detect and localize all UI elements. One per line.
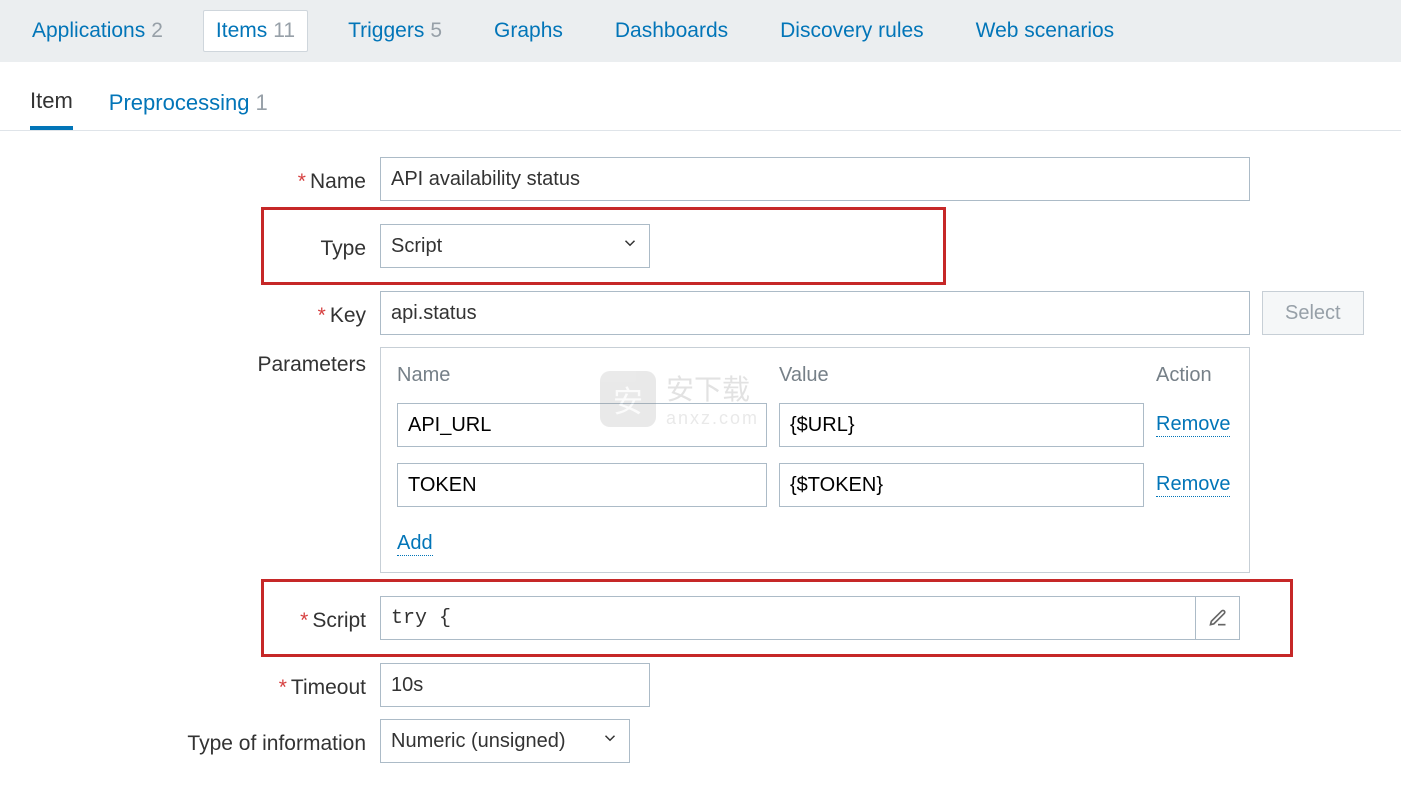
param-row: Remove xyxy=(397,455,1233,515)
sub-tabs: Item Preprocessing 1 xyxy=(0,72,1401,131)
type-label: Type xyxy=(320,237,366,260)
type-select[interactable]: Script xyxy=(380,224,650,268)
add-link[interactable]: Add xyxy=(397,532,433,556)
param-header-name: Name xyxy=(397,364,767,387)
tab-graphs[interactable]: Graphs xyxy=(482,11,575,51)
tab-count: 2 xyxy=(151,19,163,43)
type-highlight: Type Script xyxy=(261,207,946,285)
script-input[interactable]: try { xyxy=(380,596,1240,640)
required-asterisk: * xyxy=(300,609,312,632)
parameters-label: Parameters xyxy=(257,353,366,376)
typeinfo-label: Type of information xyxy=(187,732,366,755)
tab-discovery-rules[interactable]: Discovery rules xyxy=(768,11,936,51)
tab-label: Items xyxy=(216,19,267,43)
subtab-item[interactable]: Item xyxy=(30,88,73,130)
param-header-action: Action xyxy=(1156,364,1233,387)
tab-label: Discovery rules xyxy=(780,19,924,43)
param-name-input[interactable] xyxy=(397,403,767,447)
script-label: Script xyxy=(312,609,366,632)
required-asterisk: * xyxy=(298,170,310,193)
remove-link[interactable]: Remove xyxy=(1156,473,1230,497)
tab-label: Applications xyxy=(32,19,145,43)
script-highlight: *Script try { xyxy=(261,579,1293,657)
tab-count: 5 xyxy=(430,19,442,43)
select-button[interactable]: Select xyxy=(1262,291,1364,335)
typeinfo-select[interactable]: Numeric (unsigned) xyxy=(380,719,630,763)
required-asterisk: * xyxy=(279,676,291,699)
type-value: Script xyxy=(391,235,442,258)
timeout-label: Timeout xyxy=(291,676,366,699)
tab-triggers[interactable]: Triggers 5 xyxy=(336,11,454,51)
tab-dashboards[interactable]: Dashboards xyxy=(603,11,740,51)
script-value: try { xyxy=(391,607,451,630)
name-input[interactable] xyxy=(380,157,1250,201)
tab-label: Graphs xyxy=(494,19,563,43)
tab-applications[interactable]: Applications 2 xyxy=(20,11,175,51)
timeout-input[interactable] xyxy=(380,663,650,707)
tab-count: 11 xyxy=(273,19,295,43)
chevron-down-icon xyxy=(601,729,619,753)
param-header-value: Value xyxy=(779,364,1144,387)
tab-label: Triggers xyxy=(348,19,424,43)
param-value-input[interactable] xyxy=(779,463,1144,507)
tab-items[interactable]: Items 11 xyxy=(203,10,308,52)
name-label: Name xyxy=(310,170,366,193)
key-label: Key xyxy=(330,304,366,327)
typeinfo-value: Numeric (unsigned) xyxy=(391,730,566,753)
tab-web-scenarios[interactable]: Web scenarios xyxy=(964,11,1127,51)
required-asterisk: * xyxy=(318,304,330,327)
remove-link[interactable]: Remove xyxy=(1156,413,1230,437)
subtab-label: Item xyxy=(30,88,73,114)
parameters-box: Name Value Action Remove Remove xyxy=(380,347,1250,573)
edit-icon[interactable] xyxy=(1195,596,1239,640)
subtab-count: 1 xyxy=(255,90,267,116)
param-name-input[interactable] xyxy=(397,463,767,507)
param-row: Remove xyxy=(397,395,1233,455)
chevron-down-icon xyxy=(621,234,639,258)
param-value-input[interactable] xyxy=(779,403,1144,447)
subtab-label: Preprocessing xyxy=(109,90,250,116)
key-input[interactable] xyxy=(380,291,1250,335)
tab-label: Web scenarios xyxy=(976,19,1115,43)
top-tabs: Applications 2 Items 11 Triggers 5 Graph… xyxy=(0,0,1401,62)
tab-label: Dashboards xyxy=(615,19,728,43)
subtab-preprocessing[interactable]: Preprocessing 1 xyxy=(109,90,268,128)
